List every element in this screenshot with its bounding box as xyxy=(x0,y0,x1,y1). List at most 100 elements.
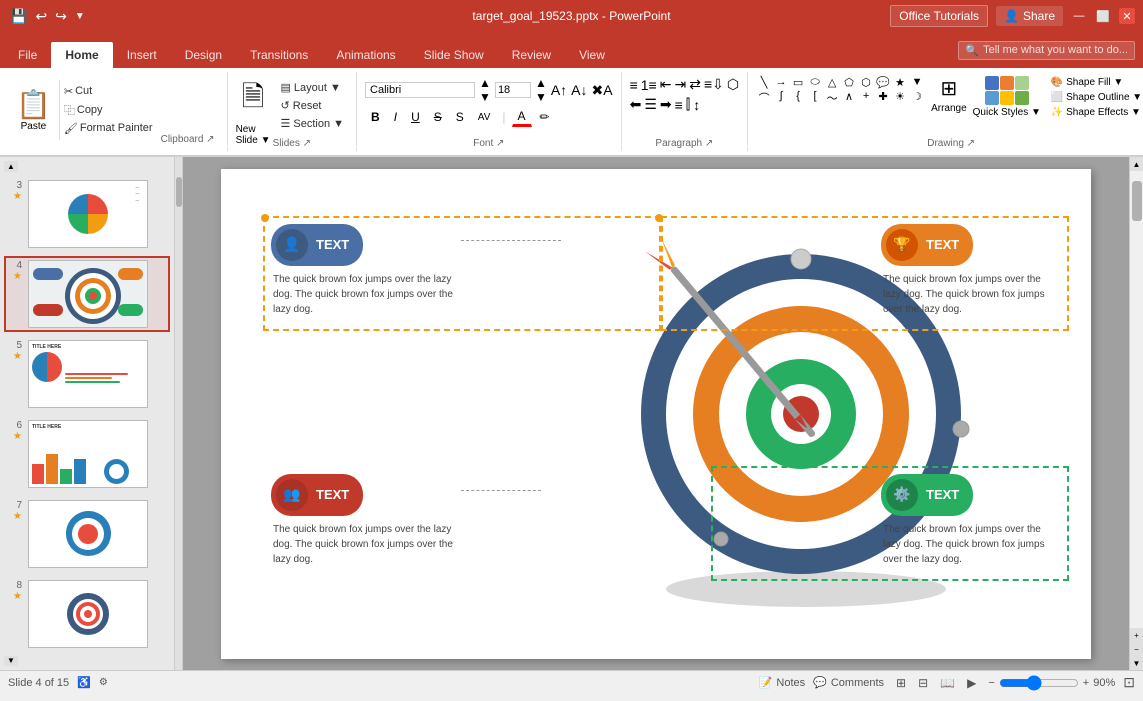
scroll-zoom-in[interactable]: + xyxy=(1130,628,1143,642)
fit-slide-button[interactable]: ⊡ xyxy=(1123,674,1135,691)
shape-oval[interactable]: ⬭ xyxy=(807,76,823,89)
undo-icon[interactable]: ↩ xyxy=(33,8,49,25)
font-color-button[interactable]: A xyxy=(512,107,532,127)
bold-button[interactable]: B xyxy=(365,108,386,126)
slide-item-7[interactable]: 7 ★ xyxy=(4,496,170,572)
clear-format-button[interactable]: ✖A xyxy=(592,82,613,99)
underline-button[interactable]: U xyxy=(405,108,426,126)
notes-button[interactable]: 📝 Notes xyxy=(759,676,805,689)
numbering-button[interactable]: 1≡ xyxy=(641,77,657,93)
shape-zigzag[interactable]: ∧ xyxy=(841,90,857,106)
tab-file[interactable]: File xyxy=(4,42,51,68)
shape-pentagon[interactable]: ⬠ xyxy=(841,76,857,89)
comments-button[interactable]: 💬 Comments xyxy=(813,676,884,689)
normal-view-button[interactable]: ⊞ xyxy=(892,674,910,692)
scroll-up-right[interactable]: ▲ xyxy=(1130,157,1143,171)
scroll-down-button[interactable]: ▼ xyxy=(4,656,18,667)
strikethrough-button[interactable]: S xyxy=(428,108,448,126)
increase-font-size-button[interactable]: A↑ xyxy=(551,82,567,98)
paste-button[interactable]: 📋 Paste xyxy=(8,80,60,140)
tab-insert[interactable]: Insert xyxy=(113,42,171,68)
section-button[interactable]: ☰ Section ▼ xyxy=(276,116,348,131)
minimize-button[interactable]: — xyxy=(1071,8,1087,24)
scroll-zoom-out[interactable]: − xyxy=(1130,642,1143,656)
scroll-down-right[interactable]: ▼ xyxy=(1130,656,1143,670)
shape-triangle[interactable]: △ xyxy=(824,76,840,89)
increase-indent-button[interactable]: ⇥ xyxy=(674,76,686,93)
shape-hex[interactable]: ⬡ xyxy=(858,76,874,89)
zoom-slider[interactable] xyxy=(999,675,1079,691)
line-spacing-button[interactable]: ↕ xyxy=(693,97,700,113)
reading-view-button[interactable]: 📖 xyxy=(936,674,959,692)
customize-icon[interactable]: ▼ xyxy=(73,11,87,22)
slide-item-5[interactable]: 5 ★ TITLE HERE xyxy=(4,336,170,412)
italic-button[interactable]: I xyxy=(388,108,403,126)
shape-brace[interactable]: { xyxy=(790,90,806,106)
slide-sorter-button[interactable]: ⊟ xyxy=(914,674,932,692)
shape-plus[interactable]: + xyxy=(858,90,874,106)
tab-slideshow[interactable]: Slide Show xyxy=(410,42,498,68)
char-spacing-button[interactable]: AV xyxy=(472,110,497,125)
tab-home[interactable]: Home xyxy=(51,42,112,68)
shape-sun[interactable]: ☀ xyxy=(892,90,908,106)
slide-panel-scrollbar[interactable] xyxy=(175,157,183,670)
shape-curve2[interactable]: ∫ xyxy=(773,90,789,106)
office-tutorials-button[interactable]: Office Tutorials xyxy=(890,5,988,27)
shape-bracket[interactable]: [ xyxy=(807,90,823,106)
slide-item-6[interactable]: 6 ★ TITLE HERE xyxy=(4,416,170,492)
columns-button[interactable]: ⫿ xyxy=(686,96,690,113)
cut-button[interactable]: ✂ Cut xyxy=(60,84,96,99)
new-slide-button[interactable]: 🗎 NewSlide ▼ xyxy=(236,76,271,146)
font-size-input[interactable] xyxy=(495,82,531,98)
shadow-button[interactable]: S xyxy=(450,108,470,126)
layout-button[interactable]: ▤ Layout ▼ xyxy=(276,80,348,95)
save-icon[interactable]: 💾 xyxy=(8,8,29,25)
close-button[interactable]: ✕ xyxy=(1119,8,1135,24)
bullets-button[interactable]: ≡ xyxy=(630,77,638,93)
ribbon-search[interactable]: 🔍 Tell me what you want to do... xyxy=(958,41,1135,60)
tab-view[interactable]: View xyxy=(565,42,619,68)
copy-button[interactable]: ⿻ Copy xyxy=(60,101,107,119)
slide-item-8[interactable]: 8 ★ xyxy=(4,576,170,652)
shape-outline-button[interactable]: ⬜ Shape Outline ▼ xyxy=(1047,91,1143,104)
align-text-button[interactable]: ≡⇩ xyxy=(704,76,724,93)
align-right-button[interactable]: ➡ xyxy=(660,96,672,113)
align-left-button[interactable]: ⬅ xyxy=(630,96,642,113)
shape-moon[interactable]: ☽ xyxy=(909,90,925,106)
zoom-in-button[interactable]: + xyxy=(1083,677,1089,689)
justify-button[interactable]: ≡ xyxy=(675,97,683,113)
right-scrollbar[interactable]: ▲ + − ▼ xyxy=(1129,157,1143,670)
shape-effects-button[interactable]: ✨ Shape Effects ▼ xyxy=(1047,106,1143,119)
shape-callout[interactable]: 💬 xyxy=(875,76,891,89)
text-direction-button[interactable]: ⇄ xyxy=(689,76,701,93)
shape-fill-button[interactable]: 🎨 Shape Fill ▼ xyxy=(1047,76,1143,89)
tab-design[interactable]: Design xyxy=(171,42,236,68)
zoom-out-button[interactable]: − xyxy=(988,677,994,689)
scroll-up-button[interactable]: ▲ xyxy=(4,161,18,172)
slide-item-3[interactable]: 3 ★ ─── xyxy=(4,176,170,252)
tab-transitions[interactable]: Transitions xyxy=(236,42,322,68)
tab-animations[interactable]: Animations xyxy=(322,42,409,68)
font-name-input[interactable] xyxy=(365,82,475,98)
smartart-button[interactable]: ⬡ xyxy=(727,76,739,93)
tab-review[interactable]: Review xyxy=(498,42,565,68)
redo-icon[interactable]: ↪ xyxy=(53,8,69,25)
slide-item-4[interactable]: 4 ★ xyxy=(4,256,170,332)
restore-button[interactable]: ⬜ xyxy=(1095,8,1111,24)
decrease-font-size-button[interactable]: A↓ xyxy=(571,82,587,98)
shape-star[interactable]: ★ xyxy=(892,76,908,89)
align-center-button[interactable]: ☰ xyxy=(644,96,657,113)
reset-button[interactable]: ↺ Reset xyxy=(276,98,348,113)
shape-more[interactable]: ▼ xyxy=(909,76,925,89)
slideshow-button[interactable]: ▶ xyxy=(963,674,980,692)
quick-styles-button[interactable]: Quick Styles ▼ xyxy=(973,76,1041,118)
shape-wave[interactable]: 〜 xyxy=(824,90,840,106)
slide-canvas[interactable]: 👤 TEXT The quick brown fox jumps over th… xyxy=(221,169,1091,659)
text-highlight-button[interactable]: ✏ xyxy=(534,108,556,126)
shape-arrow[interactable]: → xyxy=(773,76,789,89)
share-button[interactable]: 👤 Share xyxy=(996,6,1063,26)
decrease-indent-button[interactable]: ⇤ xyxy=(660,76,672,93)
shape-cross[interactable]: ✚ xyxy=(875,90,891,106)
format-painter-button[interactable]: 🖌 Format Painter xyxy=(60,121,157,136)
shape-line[interactable]: ╲ xyxy=(756,76,772,89)
